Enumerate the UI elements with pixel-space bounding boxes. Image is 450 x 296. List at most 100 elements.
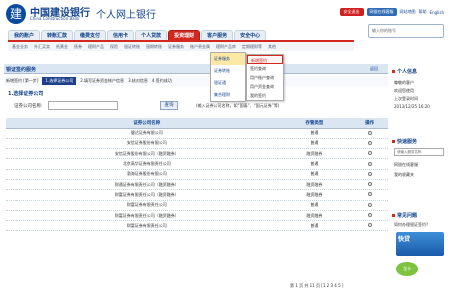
dropdown-item[interactable]: 证券转账 xyxy=(211,65,245,77)
step-item: 2.填写证券资金帐户信息 xyxy=(80,78,125,83)
sitemap-link[interactable]: 网站地图 xyxy=(400,9,416,15)
step-bar: 新增签约 [第一步] 1.选择证券公司 2.填写证券资金帐户信息 3.核对信息 … xyxy=(4,76,388,86)
tab-transfer[interactable]: 转账汇款 xyxy=(41,30,74,40)
col-header-name: 证券公司名称 xyxy=(16,118,278,129)
subnav-item[interactable]: 纸黄金 xyxy=(56,44,68,50)
broker-name-input[interactable] xyxy=(48,101,118,110)
table-row[interactable]: 安信证券股份有限公司（融资融券） 融资融券 xyxy=(6,148,388,160)
promo-banner[interactable]: 快贷 xyxy=(396,232,444,256)
custody-type: 普通 xyxy=(277,169,352,180)
english-link[interactable]: English xyxy=(430,10,444,15)
submenu-item[interactable]: 签约查询 xyxy=(247,64,283,73)
table-row[interactable]: 财富证券有限责任公司（融资融券） 融资融券 xyxy=(6,189,388,201)
select-radio[interactable] xyxy=(367,213,372,218)
securities-submenu: 新增签约 签约查询 用户账户查询 用户资金查询 我的签约 xyxy=(246,54,284,101)
fast-service-link[interactable]: 我的收藏夹 xyxy=(394,172,414,178)
tab-loan[interactable]: 个人贷款 xyxy=(135,30,168,40)
select-radio[interactable] xyxy=(367,223,372,228)
table-row[interactable]: 健达证券有限公司 普通 xyxy=(6,128,388,139)
broker-name: 安信证券股份有限公司（融资融券） xyxy=(16,148,278,160)
dropdown-item[interactable]: 银证通 xyxy=(211,77,245,89)
custody-type: 普通 xyxy=(277,128,352,139)
dropdown-item[interactable]: 集合理财 xyxy=(211,89,245,101)
personal-line: 尊敬的客户 xyxy=(394,80,414,85)
table-row[interactable]: 财富证券有限责任公司 普通 xyxy=(6,220,388,232)
fast-service-label: 快速服务 xyxy=(397,139,418,145)
sub-nav: 基金业务 外汇买卖 纸黄金 债券 理财产品 保险 银证转账 银期转账 证券服务 … xyxy=(8,40,354,51)
subnav-item[interactable]: 证券服务 xyxy=(168,44,184,50)
select-radio[interactable] xyxy=(367,151,372,156)
subnav-item[interactable]: 保险 xyxy=(110,44,118,50)
broker-name: 财富证券有限责任公司（融资融券） xyxy=(16,210,278,222)
custody-type: 普通 xyxy=(277,158,352,170)
select-radio[interactable] xyxy=(367,161,372,166)
select-radio[interactable] xyxy=(367,202,372,207)
online-service-link[interactable]: 网银在线客服 xyxy=(366,8,397,16)
subnav-item[interactable]: 基金业务 xyxy=(12,44,28,50)
promo-badge[interactable]: 龙卡 xyxy=(396,262,418,276)
broker-name: 渤海证券股份有限公司 xyxy=(16,169,278,180)
tab-my-account[interactable]: 我的账户 xyxy=(8,30,41,40)
fast-service-link[interactable]: 网银在线客服 xyxy=(394,162,418,168)
submenu-item[interactable]: 用户资金查询 xyxy=(247,82,283,91)
service-search-input[interactable]: 请输入服务名称 xyxy=(394,148,444,156)
site-title: 个人网上银行 xyxy=(96,10,156,21)
select-radio[interactable] xyxy=(367,182,372,187)
bank-logo-icon: 建 xyxy=(6,4,26,24)
custody-type: 融资融券 xyxy=(277,179,352,191)
dropdown-item-securities[interactable]: 证券服务 xyxy=(211,53,245,65)
select-radio[interactable] xyxy=(367,192,372,197)
page: 建 中国建设银行 China Construction Bank 个人网上银行 … xyxy=(0,0,450,296)
bank-english-name: China Construction Bank xyxy=(30,16,80,21)
step-item: 4.签约成功 xyxy=(151,78,172,83)
select-radio[interactable] xyxy=(367,171,372,176)
personal-line: 上次登录时间 xyxy=(394,96,418,101)
broker-name: 健达证券有限公司 xyxy=(16,128,278,139)
submenu-item[interactable]: 用户账户查询 xyxy=(247,73,283,82)
table-row[interactable]: 北京高华证券有限责任公司 普通 xyxy=(6,158,388,170)
subnav-item[interactable]: 银期转账 xyxy=(146,44,162,50)
table-row[interactable]: 渤海证券股份有限公司 普通 xyxy=(6,169,388,180)
back-link[interactable]: 返回 xyxy=(370,66,378,72)
tab-service[interactable]: 客户服务 xyxy=(201,30,234,40)
broker-name: 安信证券股份有限公司 xyxy=(16,138,278,150)
subnav-item[interactable]: 定期理财等 xyxy=(242,44,262,50)
subnav-item[interactable]: 账户贵金属 xyxy=(190,44,210,50)
broker-name: 财富证券有限责任公司 xyxy=(16,220,278,232)
subnav-item[interactable]: 理财产品库 xyxy=(216,44,236,50)
pager[interactable]: 第 1 页 共 11 页 [1 2 3 4 5 ] xyxy=(290,283,343,289)
faq-label: 常见问题 xyxy=(397,213,418,219)
help-link[interactable]: 帮助 xyxy=(419,9,427,15)
table-row[interactable]: 安信证券股份有限公司 普通 xyxy=(6,138,388,150)
subnav-item[interactable]: 债券 xyxy=(74,44,82,50)
personal-line: 2013/12/25 16:20 xyxy=(394,104,430,109)
broker-name: 财富证券有限责任公司（融资融券） xyxy=(16,189,278,201)
submenu-item[interactable]: 我的签约 xyxy=(247,91,283,100)
subnav-item[interactable]: 其他 xyxy=(268,44,276,50)
table-row[interactable]: 财通证券有限责任公司（融资融券） 融资融券 xyxy=(6,179,388,191)
select-radio[interactable] xyxy=(367,140,372,145)
subnav-item[interactable]: 外汇买卖 xyxy=(34,44,50,50)
tab-payment[interactable]: 缴费支付 xyxy=(74,30,107,40)
subnav-item[interactable]: 银证转账 xyxy=(124,44,140,50)
col-header-action: 操作 xyxy=(351,118,388,129)
bullet-icon xyxy=(392,214,395,217)
step-item-current: 1.选择证券公司 xyxy=(42,77,77,85)
top-links: 安全退出 网银在线客服 网站地图 帮助 English xyxy=(339,8,444,16)
custody-type: 普通 xyxy=(277,138,352,150)
section-title: 1.选择证券公司 xyxy=(8,91,44,97)
tab-credit-card[interactable]: 信用卡 xyxy=(107,30,135,40)
select-radio[interactable] xyxy=(367,130,372,135)
submenu-item-new-signing[interactable]: 新增签约 xyxy=(247,55,283,64)
tab-investment[interactable]: 投资理财 xyxy=(168,30,201,40)
table-row[interactable]: 财富证券有限责任公司（融资融券） 融资融券 xyxy=(6,210,388,222)
faq-title: 常见问题 xyxy=(392,212,417,219)
broker-table: 证券公司名称 存管类型 操作 健达证券有限公司 普通 安信证券股份有限公司 普通 安… xyxy=(6,118,388,232)
logout-link[interactable]: 安全退出 xyxy=(339,8,364,16)
tab-security[interactable]: 安全中心 xyxy=(234,30,267,40)
table-row[interactable]: 财富证券有限责任公司 普通 xyxy=(6,200,388,211)
query-button[interactable]: 查询 xyxy=(160,101,178,110)
subnav-item[interactable]: 理财产品 xyxy=(88,44,104,50)
search-input[interactable]: 输入你的账号 xyxy=(368,24,444,38)
faq-link[interactable]: 如何办理银证签约? xyxy=(394,222,428,228)
